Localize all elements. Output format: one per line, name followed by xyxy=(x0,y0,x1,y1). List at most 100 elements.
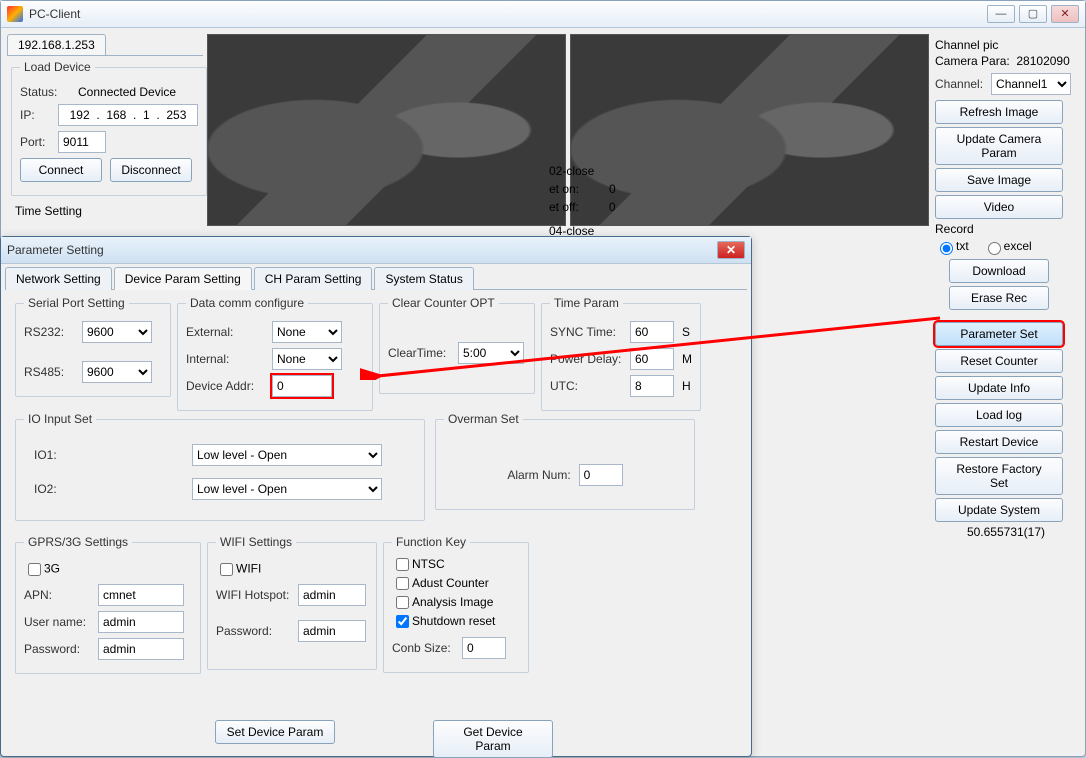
wifi-pass-input[interactable] xyxy=(298,620,366,642)
utc-label: UTC: xyxy=(550,379,622,393)
data-comm-group: Data comm configure External: None Inter… xyxy=(177,296,373,411)
close-button[interactable]: ✕ xyxy=(1051,5,1079,23)
conb-size-input[interactable] xyxy=(462,637,506,659)
set-device-param-button[interactable]: Set Device Param xyxy=(215,720,335,744)
rs485-select[interactable]: 9600 xyxy=(82,361,152,383)
parameter-set-button[interactable]: Parameter Set xyxy=(935,322,1063,346)
port-label: Port: xyxy=(20,135,50,149)
load-log-button[interactable]: Load log xyxy=(935,403,1063,427)
channel-pic-label: Channel pic xyxy=(935,38,1077,52)
record-label: Record xyxy=(935,222,1077,236)
time-setting-label: Time Setting xyxy=(7,200,203,222)
internal-select[interactable]: None xyxy=(272,348,342,370)
disconnect-button[interactable]: Disconnect xyxy=(110,158,192,182)
main-titlebar: PC-Client — ▢ ✕ xyxy=(1,1,1085,28)
tab-system-status[interactable]: System Status xyxy=(374,267,473,290)
wifi-hotspot-input[interactable] xyxy=(298,584,366,606)
io1-select[interactable]: Low level - Open xyxy=(192,444,382,466)
rs232-select[interactable]: 9600 xyxy=(82,321,152,343)
io2-label: IO2: xyxy=(34,482,94,496)
restart-device-button[interactable]: Restart Device xyxy=(935,430,1063,454)
ip-tab[interactable]: 192.168.1.253 xyxy=(7,34,106,55)
camera-para-value: 28102090 xyxy=(1016,54,1069,68)
channel-label: Channel: xyxy=(935,77,983,91)
serial-port-group: Serial Port Setting RS232: 9600 RS485: 9… xyxy=(15,296,171,397)
overman-group: Overman Set Alarm Num: xyxy=(435,412,695,510)
update-camera-param-button[interactable]: Update Camera Param xyxy=(935,127,1063,165)
analysis-image-checkbox[interactable]: Analysis Image xyxy=(392,595,493,609)
video-button[interactable]: Video xyxy=(935,195,1063,219)
g3-checkbox[interactable]: 3G xyxy=(24,560,60,579)
alarm-num-input[interactable] xyxy=(579,464,623,486)
power-delay-input[interactable] xyxy=(630,348,674,370)
conb-size-label: Conb Size: xyxy=(392,641,454,655)
rs485-label: RS485: xyxy=(24,365,74,379)
dialog-tabs: Network Setting Device Param Setting CH … xyxy=(5,266,747,290)
power-delay-label: Power Delay: xyxy=(550,352,622,366)
update-info-button[interactable]: Update Info xyxy=(935,376,1063,400)
tab-ch-param-setting[interactable]: CH Param Setting xyxy=(254,267,373,290)
io-input-group: IO Input Set IO1: Low level - Open IO2: … xyxy=(15,412,425,521)
wifi-group: WIFI Settings WIFI WIFI Hotspot: Passwor… xyxy=(207,535,377,670)
reset-counter-button[interactable]: Reset Counter xyxy=(935,349,1063,373)
camera-para-label: Camera Para: xyxy=(935,54,1010,68)
maximize-button[interactable]: ▢ xyxy=(1019,5,1047,23)
gprs-pass-input[interactable] xyxy=(98,638,184,660)
dialog-close-button[interactable]: ✕ xyxy=(717,241,745,259)
gprs-user-input[interactable] xyxy=(98,611,184,633)
shutdown-reset-checkbox[interactable]: Shutdown reset xyxy=(392,614,495,628)
external-label: External: xyxy=(186,325,264,339)
wifi-pass-label: Password: xyxy=(216,624,290,638)
update-system-button[interactable]: Update System xyxy=(935,498,1063,522)
channel-select[interactable]: Channel1 xyxy=(991,73,1071,95)
download-button[interactable]: Download xyxy=(949,259,1049,283)
io1-label: IO1: xyxy=(34,448,94,462)
ntsc-checkbox[interactable]: NTSC xyxy=(392,557,445,571)
version-label: 50.655731(17) xyxy=(935,525,1077,539)
erase-rec-button[interactable]: Erase Rec xyxy=(949,286,1049,310)
clear-counter-group: Clear Counter OPT ClearTime: 5:00 xyxy=(379,296,535,394)
adust-counter-checkbox[interactable]: Adust Counter xyxy=(392,576,489,590)
sync-time-input[interactable] xyxy=(630,321,674,343)
set-on-2: et on: xyxy=(549,182,579,196)
tab-network-setting[interactable]: Network Setting xyxy=(5,267,112,290)
ip-label: IP: xyxy=(20,108,50,122)
dialog-titlebar: Parameter Setting ✕ xyxy=(1,237,751,264)
apn-label: APN: xyxy=(24,588,90,602)
tab-device-param-setting[interactable]: Device Param Setting xyxy=(114,267,252,290)
wifi-hotspot-label: WIFI Hotspot: xyxy=(216,588,290,602)
txt-radio[interactable]: txt xyxy=(935,239,969,255)
ch2-label: 02-close xyxy=(549,164,709,178)
cleartime-select[interactable]: 5:00 xyxy=(458,342,524,364)
external-select[interactable]: None xyxy=(272,321,342,343)
save-image-button[interactable]: Save Image xyxy=(935,168,1063,192)
port-input[interactable] xyxy=(58,131,106,153)
minimize-button[interactable]: — xyxy=(987,5,1015,23)
gprs-group: GPRS/3G Settings 3G APN: User name: Pass… xyxy=(15,535,201,674)
io2-select[interactable]: Low level - Open xyxy=(192,478,382,500)
status-value: Connected Device xyxy=(78,85,176,99)
video-pane-left[interactable] xyxy=(207,34,566,226)
status-label: Status: xyxy=(20,85,70,99)
app-icon xyxy=(7,6,23,22)
connect-button[interactable]: Connect xyxy=(20,158,102,182)
app-title: PC-Client xyxy=(29,7,987,21)
refresh-image-button[interactable]: Refresh Image xyxy=(935,100,1063,124)
gprs-user-label: User name: xyxy=(24,615,90,629)
device-addr-label: Device Addr: xyxy=(186,379,264,393)
ip-input[interactable] xyxy=(58,104,198,126)
internal-label: Internal: xyxy=(186,352,264,366)
restore-factory-button[interactable]: Restore Factory Set xyxy=(935,457,1063,495)
get-device-param-button[interactable]: Get Device Param xyxy=(433,720,553,758)
device-addr-input[interactable] xyxy=(272,375,332,397)
cleartime-label: ClearTime: xyxy=(388,346,450,360)
apn-input[interactable] xyxy=(98,584,184,606)
sync-time-label: SYNC Time: xyxy=(550,325,622,339)
utc-input[interactable] xyxy=(630,375,674,397)
excel-radio[interactable]: excel xyxy=(983,239,1032,255)
alarm-num-label: Alarm Num: xyxy=(507,468,570,482)
time-param-group: Time Param SYNC Time: S Power Delay: M U… xyxy=(541,296,701,411)
load-device-legend: Load Device xyxy=(20,60,95,74)
load-device-group: Load Device Status: Connected Device IP:… xyxy=(11,60,207,196)
wifi-checkbox[interactable]: WIFI xyxy=(216,560,261,579)
